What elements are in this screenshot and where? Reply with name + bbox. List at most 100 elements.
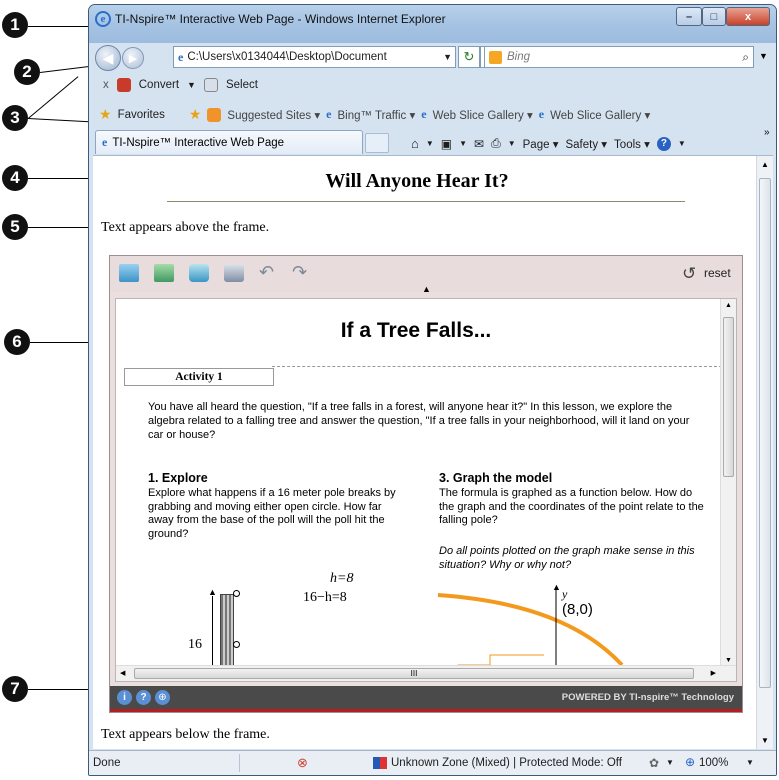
tns-document: If a Tree Falls... Activity 1 You have a…: [115, 298, 737, 682]
chevron-more-icon[interactable]: »: [764, 127, 770, 138]
tab-label: TI-Nspire™ Interactive Web Page: [112, 136, 285, 149]
home-dropdown-icon[interactable]: ▼: [426, 139, 434, 148]
feeds-icon[interactable]: ▣: [441, 137, 452, 151]
reset-button[interactable]: reset: [704, 266, 731, 280]
security-icon[interactable]: ✿: [649, 756, 659, 770]
page-scroll-thumb[interactable]: [759, 178, 771, 688]
status-divider: [239, 754, 240, 772]
pole: [220, 594, 234, 666]
pole-break-handle[interactable]: [233, 641, 240, 648]
frame-v-thumb[interactable]: [723, 317, 734, 477]
activity-tab[interactable]: Activity 1: [124, 368, 274, 386]
print-icon[interactable]: ⎙: [491, 136, 501, 151]
frame-h-thumb[interactable]: III: [134, 668, 694, 679]
maximize-button[interactable]: □: [702, 7, 726, 26]
favorites-button[interactable]: Favorites: [118, 109, 165, 121]
tab-ie-icon: e: [102, 135, 108, 149]
tab-active[interactable]: e TI-Nspire™ Interactive Web Page: [95, 130, 363, 154]
explore-body: Explore what happens if a 16 meter pole …: [148, 487, 396, 540]
help-dropdown-icon[interactable]: ▼: [678, 139, 686, 148]
page-scrollbar[interactable]: ▲ ▼: [756, 156, 773, 749]
explore-heading: 1. Explore: [148, 471, 208, 485]
page-menu[interactable]: Page ▾: [523, 137, 559, 151]
scroll-down-icon[interactable]: ▼: [761, 736, 769, 745]
intro-text: You have all heard the question, "If a t…: [148, 401, 690, 441]
search-placeholder: Bing: [507, 51, 531, 63]
feeds-dropdown-icon[interactable]: ▼: [459, 139, 467, 148]
open-icon[interactable]: [119, 264, 139, 282]
equation-h: h=8: [330, 571, 354, 586]
zoom-level[interactable]: 100%: [699, 757, 728, 769]
zoom-dropdown-icon[interactable]: ▼: [746, 758, 754, 767]
select-button[interactable]: Select: [226, 79, 258, 91]
new-tab-button[interactable]: [365, 133, 389, 153]
bing-traffic-icon: e: [326, 107, 332, 121]
pole-top-handle[interactable]: [233, 590, 240, 597]
search-options-icon[interactable]: ▼: [759, 51, 768, 61]
popup-blocked-icon[interactable]: ⊗: [297, 755, 308, 771]
page-toolbar: ⌂ ▼ ▣ ▼ ✉ ⎙ ▼ Page ▾ Safety ▾ Tools ▾ ? …: [411, 136, 686, 151]
ie-logo-icon: e: [95, 11, 111, 27]
redo-icon[interactable]: ↷: [292, 262, 307, 283]
convert-dropdown-icon[interactable]: ▼: [187, 80, 196, 90]
search-icon[interactable]: ⌕: [742, 50, 753, 65]
zone-flag-icon: [373, 757, 387, 769]
collapse-arrow-icon[interactable]: ▲: [422, 284, 431, 294]
frame-scroll-down-icon[interactable]: ▼: [725, 657, 732, 664]
address-text: C:\Users\x0134044\Desktop\Document: [187, 51, 387, 63]
callout-5: 5: [2, 214, 28, 240]
powered-by-text: POWERED BY TI-nspire™ Technology: [561, 692, 734, 703]
callout-4: 4: [2, 165, 28, 191]
zoom-icon[interactable]: ⊕: [685, 755, 695, 769]
back-button[interactable]: ◀: [95, 45, 121, 71]
help-circle-icon[interactable]: ?: [136, 690, 151, 705]
minimize-button[interactable]: –: [676, 7, 702, 26]
callout-7: 7: [2, 676, 28, 702]
page-heading: Will Anyone Hear It?: [325, 170, 509, 192]
page-icon: e: [178, 49, 184, 64]
scroll-up-icon[interactable]: ▲: [761, 160, 769, 169]
graph-question: Do all points plotted on the graph make …: [439, 545, 695, 571]
print-frame-icon[interactable]: [224, 264, 244, 282]
tools-menu[interactable]: Tools ▾: [614, 137, 650, 151]
y-axis-arrow-icon: ▲: [552, 582, 561, 592]
globe-icon[interactable]: ⊕: [155, 690, 170, 705]
frame-scroll-up-icon[interactable]: ▲: [725, 302, 732, 309]
activity-divider: [272, 366, 722, 367]
point-coordinates: (8,0): [562, 601, 593, 618]
frame-scroll-left-icon[interactable]: ◀: [120, 669, 125, 677]
close-toolbar-button[interactable]: x: [103, 79, 109, 91]
mail-icon[interactable]: ✉: [474, 137, 484, 151]
search-box[interactable]: Bing ⌕: [484, 46, 754, 68]
home-icon[interactable]: ⌂: [411, 136, 419, 151]
convert-button[interactable]: Convert: [139, 79, 179, 91]
document-title: If a Tree Falls...: [340, 319, 492, 342]
fav-item-web-slice-1[interactable]: Web Slice Gallery ▾: [433, 108, 533, 122]
forward-button[interactable]: ▶: [122, 47, 144, 69]
print-dropdown-icon[interactable]: ▼: [508, 139, 516, 148]
address-bar[interactable]: e C:\Users\x0134044\Desktop\Document ▼: [173, 46, 456, 68]
frame-h-scrollbar[interactable]: ◀ III ▶: [116, 665, 736, 681]
refresh-button[interactable]: ↻: [458, 46, 480, 68]
upload-icon[interactable]: [189, 264, 209, 282]
fav-item-web-slice-2[interactable]: Web Slice Gallery ▾: [550, 108, 650, 122]
close-button[interactable]: x: [726, 7, 770, 26]
undo-icon[interactable]: ↶: [259, 262, 274, 283]
callout-2: 2: [14, 59, 40, 85]
address-dropdown-icon[interactable]: ▼: [443, 52, 455, 62]
web-slice-icon-1: e: [421, 107, 427, 121]
frame-scroll-right-icon[interactable]: ▶: [711, 669, 716, 677]
web-slice-icon-2: e: [538, 107, 545, 121]
heading-rule: [167, 201, 685, 202]
info-icon[interactable]: i: [117, 690, 132, 705]
reset-icon[interactable]: ↺: [682, 264, 696, 284]
fav-item-suggested-sites[interactable]: Suggested Sites ▾: [227, 108, 320, 122]
help-icon[interactable]: ?: [656, 136, 671, 151]
add-favorite-icon[interactable]: ★: [189, 106, 202, 123]
save-icon[interactable]: [154, 264, 174, 282]
security-dropdown-icon[interactable]: ▼: [666, 758, 674, 767]
pole-axis-line: [212, 596, 213, 666]
fav-item-bing-traffic[interactable]: Bing™ Traffic ▾: [337, 108, 415, 122]
frame-v-scrollbar[interactable]: ▲ ▼: [720, 299, 736, 667]
safety-menu[interactable]: Safety ▾: [565, 137, 607, 151]
